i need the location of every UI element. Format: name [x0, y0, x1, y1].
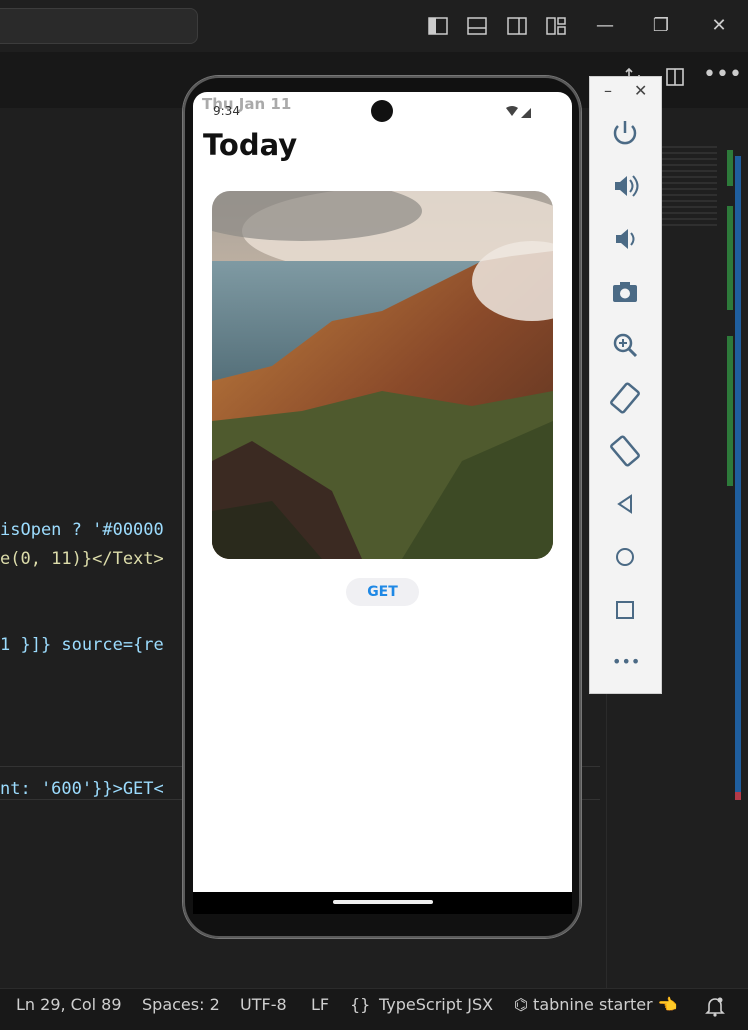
- overview-icon[interactable]: [607, 592, 643, 628]
- title-bar: — ❐ ✕: [0, 0, 748, 52]
- emulator-close-button[interactable]: ✕: [634, 81, 647, 100]
- toggle-primary-sidebar-icon[interactable]: [428, 16, 448, 36]
- device-screen: Thu Jan 11 9:34 Today GET: [193, 92, 572, 892]
- language-braces-icon: {}: [350, 995, 371, 1014]
- volume-down-icon[interactable]: [607, 221, 643, 257]
- camera-cutout: [371, 100, 393, 122]
- notifications-bell-icon[interactable]: [705, 996, 725, 1018]
- power-icon[interactable]: [607, 115, 643, 151]
- command-center-search[interactable]: [0, 8, 198, 44]
- code-line: e(0, 11)}</Text>: [0, 549, 164, 569]
- rotate-left-icon[interactable]: [607, 380, 643, 416]
- home-icon[interactable]: [607, 539, 643, 575]
- code-line: isOpen ? '#00000: [0, 520, 164, 540]
- toggle-secondary-sidebar-icon[interactable]: [507, 16, 527, 36]
- window-restore-button[interactable]: ❐: [646, 12, 676, 40]
- encoding-status[interactable]: UTF-8: [240, 995, 287, 1014]
- get-button[interactable]: GET: [346, 578, 419, 606]
- emulator-minimize-button[interactable]: –: [604, 81, 612, 100]
- landscape-photo: [212, 191, 553, 559]
- split-editor-icon[interactable]: [665, 67, 685, 87]
- zoom-icon[interactable]: [607, 327, 643, 363]
- indentation-status[interactable]: Spaces: 2: [142, 995, 220, 1014]
- wifi-signal-icon: [506, 106, 531, 118]
- emulator-toolbar: – ✕ •••: [589, 76, 662, 694]
- code-line: 1 }]} source={re: [0, 635, 164, 655]
- more-icon[interactable]: •••: [612, 652, 640, 671]
- rotate-right-icon[interactable]: [607, 433, 643, 469]
- eol-status[interactable]: LF: [311, 995, 329, 1014]
- tabnine-status[interactable]: ⌬ tabnine starter 👈: [514, 995, 678, 1014]
- code-line: nt: '600'}}>GET<: [0, 779, 164, 799]
- customize-layout-icon[interactable]: [546, 16, 566, 36]
- camera-icon[interactable]: [607, 274, 643, 310]
- more-actions-icon[interactable]: •••: [703, 62, 742, 87]
- status-bar: Ln 29, Col 89 Spaces: 2 UTF-8 LF {} Type…: [0, 988, 748, 1030]
- cursor-position[interactable]: Ln 29, Col 89: [16, 995, 122, 1014]
- page-title: Today: [203, 128, 298, 162]
- home-indicator[interactable]: [333, 900, 433, 904]
- device-nav-bar: [193, 892, 572, 914]
- language-mode[interactable]: TypeScript JSX: [379, 995, 493, 1014]
- window-minimize-button[interactable]: —: [590, 12, 620, 40]
- status-time: 9:34: [213, 104, 240, 118]
- volume-up-icon[interactable]: [607, 168, 643, 204]
- window-close-button[interactable]: ✕: [704, 12, 734, 40]
- toggle-panel-icon[interactable]: [467, 16, 487, 36]
- back-icon[interactable]: [607, 486, 643, 522]
